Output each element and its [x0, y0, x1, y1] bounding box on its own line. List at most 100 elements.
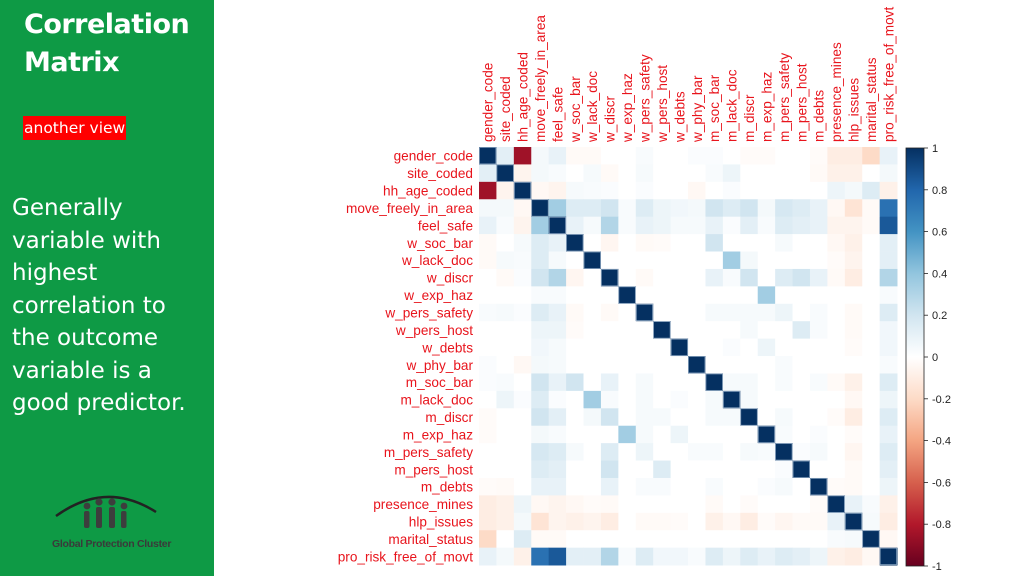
heatmap-cell	[600, 373, 619, 392]
heatmap-cell	[583, 181, 602, 200]
heatmap-cell	[809, 390, 828, 409]
heatmap-cell	[670, 216, 689, 235]
heatmap-cell	[670, 495, 689, 514]
heatmap-cell	[792, 181, 811, 200]
heatmap-cell	[705, 408, 724, 427]
heatmap-cell	[496, 356, 515, 374]
heatmap-cell	[879, 373, 898, 392]
heatmap-cell	[635, 303, 654, 322]
heatmap-cell	[670, 268, 689, 287]
heatmap-cell	[757, 477, 776, 496]
heatmap-cell	[757, 216, 776, 235]
heatmap-cell	[513, 356, 532, 374]
heatmap-cell	[722, 268, 741, 287]
heatmap-cell	[670, 234, 689, 252]
heatmap-cell	[670, 199, 689, 218]
heatmap-cell	[775, 251, 793, 270]
heatmap-cell	[531, 495, 550, 514]
heatmap-cell	[635, 408, 654, 427]
heatmap-cell	[618, 286, 637, 305]
heatmap-cell	[496, 495, 515, 514]
heatmap-cell	[479, 164, 497, 183]
heatmap-cell	[583, 147, 602, 165]
heatmap-cell	[740, 408, 759, 427]
heatmap-cell	[653, 512, 672, 531]
heatmap-cell	[548, 477, 567, 496]
row-label: w_soc_bar	[406, 236, 473, 251]
heatmap-cell	[809, 216, 828, 235]
heatmap-cell	[705, 321, 724, 340]
row-label: presence_mines	[373, 497, 473, 512]
heatmap-cell	[722, 286, 741, 305]
heatmap-cell	[513, 303, 532, 322]
heatmap-cell	[513, 181, 532, 200]
heatmap-cell	[879, 216, 898, 235]
heatmap-cell	[618, 181, 637, 200]
heatmap-cell	[566, 338, 584, 357]
heatmap-cell	[844, 268, 863, 287]
heatmap-cell	[688, 425, 706, 444]
heatmap-cell	[566, 547, 584, 566]
heatmap-cell	[722, 303, 741, 322]
heatmap-cell	[548, 547, 567, 566]
heatmap-cell	[479, 251, 497, 270]
row-label: m_lack_doc	[400, 393, 473, 408]
heatmap-cell	[844, 251, 863, 270]
heatmap-cell	[775, 338, 793, 357]
heatmap-cell	[670, 286, 689, 305]
heatmap-cell	[600, 495, 619, 514]
heatmap-cell	[775, 303, 793, 322]
heatmap-cell	[879, 530, 898, 549]
colorbar-tick-label: 0.4	[932, 268, 947, 280]
heatmap-cell	[583, 425, 602, 444]
heatmap-cell	[740, 512, 759, 531]
heatmap-cell	[600, 425, 619, 444]
heatmap-cell	[653, 234, 672, 252]
row-label: feel_safe	[418, 218, 473, 233]
heatmap-cell	[792, 251, 811, 270]
heatmap-cell	[722, 443, 741, 461]
heatmap-cell	[618, 321, 637, 340]
heatmap-cell	[635, 147, 654, 165]
heatmap-cell	[740, 373, 759, 392]
heatmap-cell	[844, 425, 863, 444]
heatmap-cell	[548, 356, 567, 374]
heatmap-cell	[722, 390, 741, 409]
heatmap-cell	[844, 547, 863, 566]
heatmap-cell	[757, 390, 776, 409]
heatmap-cell	[792, 425, 811, 444]
heatmap-cell	[705, 530, 724, 549]
heatmap-cell	[635, 460, 654, 479]
heatmap-cell	[792, 321, 811, 340]
heatmap-cell	[635, 286, 654, 305]
heatmap-cell	[566, 216, 584, 235]
heatmap-cell	[792, 512, 811, 531]
heatmap-cell	[548, 443, 567, 461]
heatmap-cell	[670, 390, 689, 409]
heatmap-cell	[496, 512, 515, 531]
heatmap-cell	[566, 268, 584, 287]
heatmap-cell	[862, 147, 881, 165]
heatmap-cell	[792, 164, 811, 183]
heatmap-cell	[879, 512, 898, 531]
heatmap-cell	[757, 234, 776, 252]
heatmap-cell	[879, 477, 898, 496]
heatmap-cell	[531, 373, 550, 392]
heatmap-cell	[531, 477, 550, 496]
heatmap-cell	[496, 425, 515, 444]
heatmap-cell	[496, 408, 515, 427]
heatmap-cell	[809, 425, 828, 444]
column-label: w_pers_host	[655, 65, 670, 143]
row-label: hh_age_coded	[383, 184, 473, 199]
heatmap-cell	[531, 164, 550, 183]
heatmap-cell	[566, 460, 584, 479]
heatmap-cell	[635, 199, 654, 218]
heatmap-cell	[827, 460, 846, 479]
heatmap-cell	[618, 338, 637, 357]
heatmap-cell	[496, 199, 515, 218]
heatmap-cell	[566, 495, 584, 514]
heatmap-cell	[479, 181, 497, 200]
heatmap-cell	[618, 443, 637, 461]
heatmap-cell	[705, 390, 724, 409]
heatmap-cell	[809, 234, 828, 252]
